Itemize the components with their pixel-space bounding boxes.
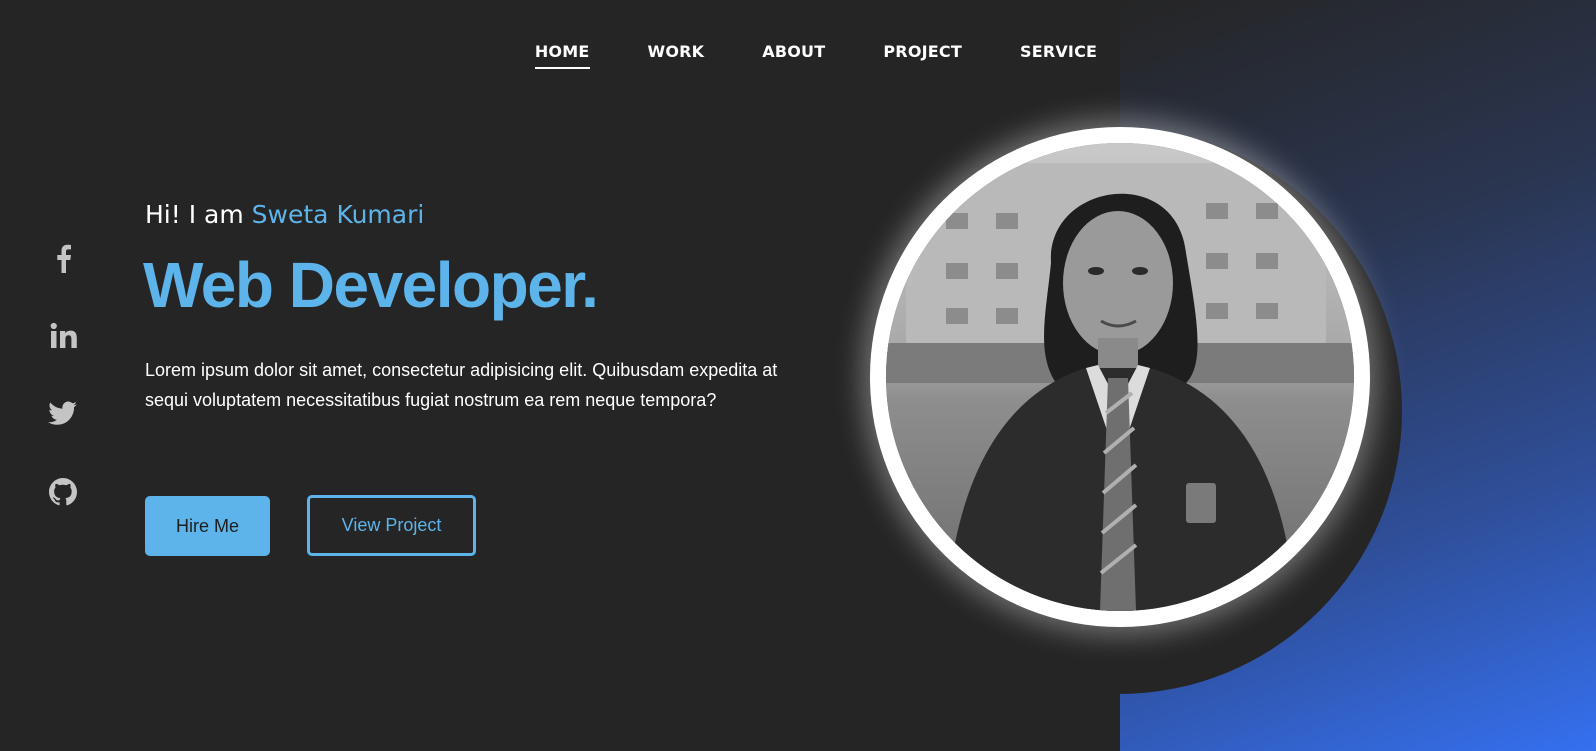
greeting-text: Hi! I am (145, 200, 244, 229)
nav-project[interactable]: PROJECT (883, 42, 962, 69)
github-icon[interactable] (48, 476, 78, 508)
portrait-illustration (886, 143, 1354, 611)
nav-about[interactable]: ABOUT (762, 42, 825, 69)
linkedin-icon[interactable] (48, 320, 78, 352)
nav-work[interactable]: WORK (648, 42, 705, 69)
social-links (48, 242, 78, 508)
nav-home[interactable]: HOME (534, 42, 590, 69)
role-title: Web Developer. (143, 249, 599, 321)
profile-photo (870, 127, 1370, 627)
person-name: Sweta Kumari (251, 200, 425, 229)
page: HOME WORK ABOUT PROJECT SERVICE Hi! I am… (0, 0, 1596, 751)
nav-service[interactable]: SERVICE (1020, 42, 1097, 69)
hire-me-button[interactable]: Hire Me (145, 496, 270, 556)
greeting-line: Hi! I am Sweta Kumari (145, 200, 424, 229)
view-project-button[interactable]: View Project (307, 495, 476, 556)
main-nav: HOME WORK ABOUT PROJECT SERVICE (0, 42, 1596, 69)
facebook-icon[interactable] (48, 242, 78, 274)
hero-description: Lorem ipsum dolor sit amet, consectetur … (145, 360, 778, 410)
twitter-icon[interactable] (48, 398, 78, 430)
